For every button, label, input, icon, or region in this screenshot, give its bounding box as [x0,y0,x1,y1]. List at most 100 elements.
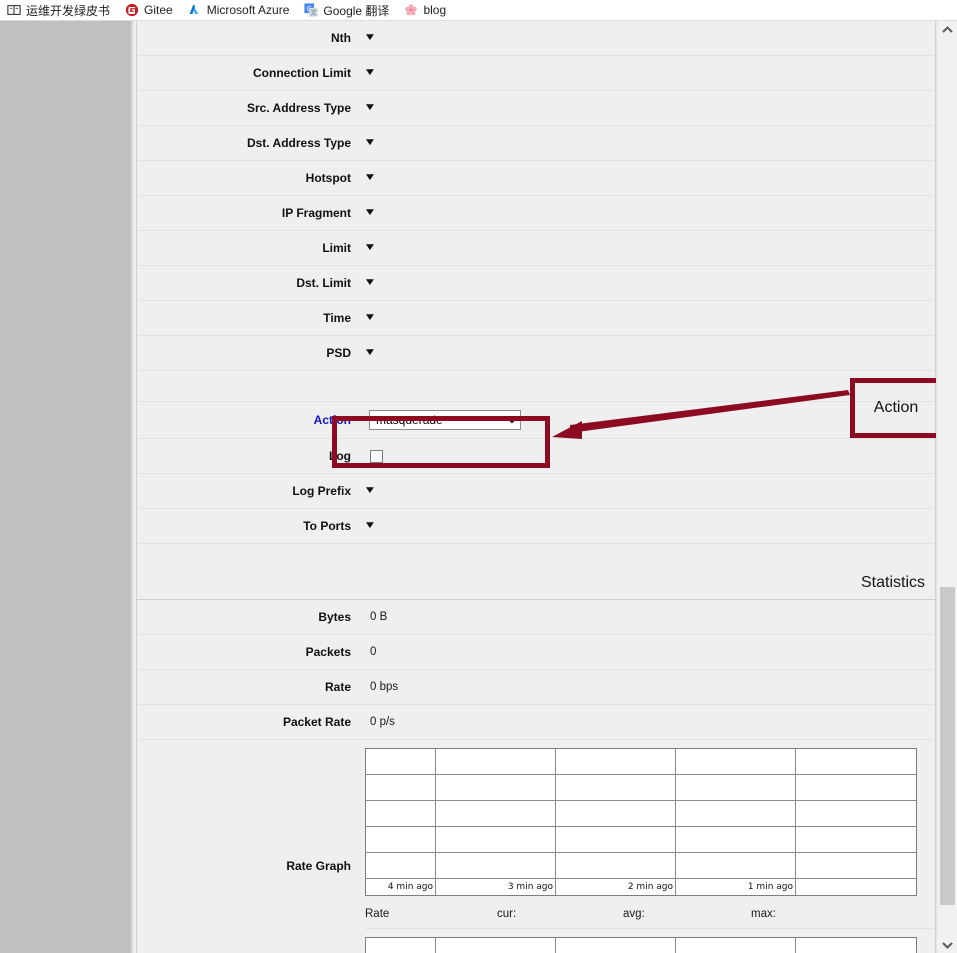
scroll-down-arrow-icon[interactable] [937,936,957,953]
grid-cell [436,938,556,953]
stat-value: 0 bps [365,681,935,693]
chevron-down-icon[interactable]: ▼ [363,173,376,183]
firewall-nat-rule-form: Nth ▼ Connection Limit ▼ Src. Address Ty… [136,21,936,953]
gitee-icon [124,3,139,18]
divider [365,928,935,929]
bookmark-label: Microsoft Azure [207,3,290,17]
form-row-dst-address-type[interactable]: Dst. Address Type ▼ [137,126,935,161]
rate-max-label: max: [655,908,783,920]
grid-cell [366,938,436,953]
bookmark-label: blog [423,3,446,17]
grid-cell [366,827,436,853]
stat-label: Bytes [137,610,365,624]
row-label: To Ports [137,519,365,533]
form-row-connection-limit[interactable]: Connection Limit ▼ [137,56,935,91]
form-row-hotspot[interactable]: Hotspot ▼ [137,161,935,196]
grid-cell [366,853,436,879]
grid-cell [366,775,436,801]
chevron-down-icon[interactable]: ▼ [363,103,376,113]
book-icon [6,3,21,18]
grid-cell [676,749,796,775]
chevron-down-icon[interactable]: ▼ [363,33,376,43]
grid-cell [366,801,436,827]
chevron-down-icon[interactable]: ▼ [363,521,376,531]
stat-label: Packets [137,645,365,659]
bookmark-google-translate[interactable]: G 文 Google 翻译 [303,2,389,19]
row-label: Connection Limit [137,66,365,80]
form-row-src-address-type[interactable]: Src. Address Type ▼ [137,91,935,126]
grid-cell [556,938,676,953]
grid-cell [676,801,796,827]
grid-cell [436,775,556,801]
form-row-to-ports[interactable]: To Ports ▼ [137,509,935,544]
grid-cell [796,827,916,853]
row-label: Src. Address Type [137,101,365,115]
chevron-down-icon[interactable]: ▼ [363,208,376,218]
chevron-down-icon[interactable]: ▼ [363,486,376,496]
grid-cell [796,801,916,827]
azure-icon [187,3,202,18]
grid-cell [796,749,916,775]
grid-cell [556,801,676,827]
bookmark-yunwei[interactable]: 运维开发绿皮书 [6,2,110,19]
form-row-ip-fragment[interactable]: IP Fragment ▼ [137,196,935,231]
action-label: Action [137,413,365,427]
scrollbar-thumb[interactable] [940,587,955,905]
left-gray-panel [0,21,133,953]
google-translate-icon: G 文 [303,3,318,18]
vertical-scrollbar[interactable] [936,21,957,953]
chevron-down-icon[interactable]: ▼ [363,68,376,78]
chevron-down-icon[interactable]: ▼ [363,348,376,358]
rate-graph-label: Rate Graph [137,740,365,953]
bookmark-gitee[interactable]: Gitee [124,3,173,18]
chevron-down-icon[interactable]: ▼ [363,278,376,288]
form-row-psd[interactable]: PSD ▼ [137,336,935,371]
x-axis-tick: 3 min ago [436,879,556,895]
chevron-down-icon[interactable]: ▼ [363,243,376,253]
form-row-dst-limit[interactable]: Dst. Limit ▼ [137,266,935,301]
rate-graph-row: Rate Graph [137,740,935,953]
bookmark-microsoft-azure[interactable]: Microsoft Azure [187,3,290,18]
action-select[interactable]: masquerade [369,410,521,430]
grid-cell [366,749,436,775]
form-row-action[interactable]: Action masquerade [137,402,935,439]
rate-summary: Rate cur: avg: max: [365,896,935,926]
grid-cell [436,827,556,853]
form-row-log[interactable]: Log [137,439,935,474]
x-axis-tick: 4 min ago [366,879,436,895]
form-row-log-prefix[interactable]: Log Prefix ▼ [137,474,935,509]
grid-cell [556,853,676,879]
grid-cell [556,827,676,853]
row-label: Limit [137,241,365,255]
rate-cur-label: cur: [399,908,527,920]
row-label: IP Fragment [137,206,365,220]
x-axis-tick: 1 min ago [676,879,796,895]
grid-cell [676,775,796,801]
stat-label: Rate [137,680,365,694]
form-row-limit[interactable]: Limit ▼ [137,231,935,266]
rate-graph-grid: 4 min ago 3 min ago 2 min ago 1 min ago [366,749,916,895]
stat-row-bytes: Bytes 0 B [137,600,935,635]
stat-value: 0 B [365,611,935,623]
annotation-label: Action [874,399,918,417]
x-axis-tick: 2 min ago [556,879,676,895]
svg-text:文: 文 [311,9,317,17]
row-label: Dst. Limit [137,276,365,290]
grid-cell [676,853,796,879]
chevron-down-icon[interactable]: ▼ [363,138,376,148]
grid-cell [796,853,916,879]
grid-cell [676,938,796,953]
log-checkbox[interactable] [370,450,383,463]
bookmark-blog[interactable]: blog [403,3,446,18]
form-row-time[interactable]: Time ▼ [137,301,935,336]
chevron-down-icon[interactable]: ▼ [363,313,376,323]
bookmark-label: 运维开发绿皮书 [26,2,110,19]
rate-summary-label: Rate [365,908,399,920]
stat-label: Packet Rate [137,715,365,729]
form-row-nth[interactable]: Nth ▼ [137,21,935,56]
stat-row-packet-rate: Packet Rate 0 p/s [137,705,935,740]
scroll-up-arrow-icon[interactable] [937,21,957,38]
row-label: Hotspot [137,171,365,185]
bookmark-label: Google 翻译 [323,2,389,19]
packet-rate-graph-grid [366,938,916,953]
